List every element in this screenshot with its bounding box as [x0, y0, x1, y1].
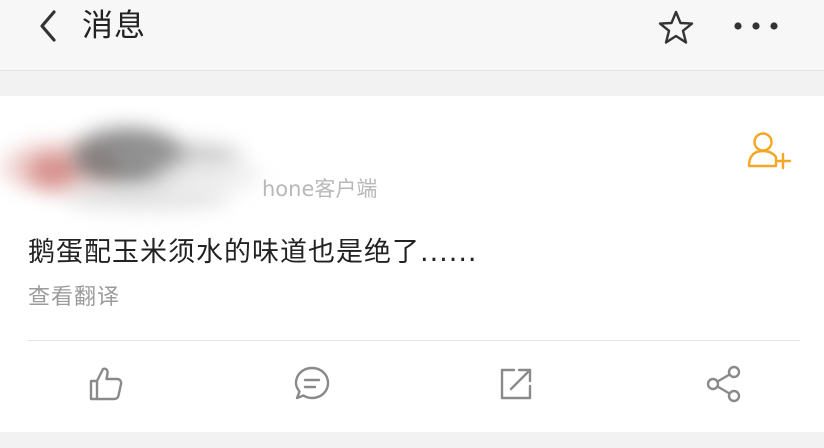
post-card: hone客户端 鹅蛋配玉米须水的味道也是绝了...... 查看翻译: [0, 96, 824, 432]
share-button[interactable]: [704, 364, 744, 404]
more-dots-icon: [734, 22, 778, 30]
top-navbar: 消息: [0, 0, 824, 71]
star-icon: [658, 10, 694, 44]
comment-button[interactable]: [292, 364, 332, 404]
repost-icon: [500, 368, 532, 400]
thumbs-up-icon: [89, 367, 123, 401]
like-button[interactable]: [86, 364, 126, 404]
repost-button[interactable]: [496, 364, 536, 404]
page-title: 消息: [82, 8, 146, 44]
translate-link[interactable]: 查看翻译: [28, 284, 120, 312]
back-button[interactable]: [36, 8, 64, 44]
post-source: hone客户端: [262, 177, 378, 201]
avatar[interactable]: [2, 114, 272, 214]
post-text: 鹅蛋配玉米须水的味道也是绝了......: [28, 237, 478, 268]
comment-icon: [294, 366, 330, 400]
favorite-button[interactable]: [656, 10, 696, 46]
follow-button[interactable]: [745, 130, 797, 170]
chevron-left-icon: [40, 10, 56, 42]
share-icon: [706, 365, 741, 403]
more-button[interactable]: [730, 12, 782, 40]
divider: [28, 340, 800, 341]
add-user-icon: [747, 132, 792, 170]
